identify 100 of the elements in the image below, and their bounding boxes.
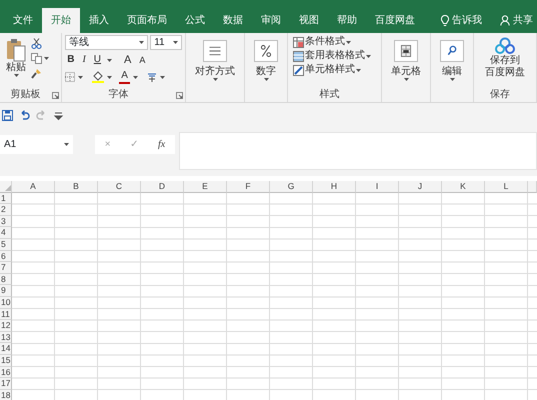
borders-icon[interactable]	[65, 72, 76, 82]
row-header[interactable]: 5	[0, 238, 12, 251]
italic-button[interactable]: I	[80, 54, 88, 66]
row-header[interactable]: 6	[0, 250, 12, 262]
column-header[interactable]: C	[98, 181, 141, 193]
underline-button[interactable]: U	[92, 54, 104, 66]
row-header[interactable]: 16	[0, 366, 12, 378]
row-header[interactable]: 2	[0, 204, 12, 216]
caret-icon	[139, 41, 144, 44]
column-header[interactable]: L	[485, 181, 528, 193]
row-header[interactable]: 4	[0, 227, 12, 239]
row-header[interactable]: 7	[0, 262, 12, 274]
ribbon-tab[interactable]: 插入	[80, 8, 118, 33]
column-header[interactable]: E	[184, 181, 227, 193]
style-menu-button[interactable]: 套用表格格式	[291, 50, 374, 62]
person-icon	[500, 15, 510, 26]
column-header[interactable]: A	[12, 181, 55, 193]
caret-icon	[78, 76, 84, 78]
caret-icon	[64, 143, 69, 146]
font-name-field[interactable]: 等线	[65, 35, 148, 50]
row-header[interactable]: 8	[0, 274, 12, 286]
customize-icon[interactable]	[53, 110, 64, 121]
caret-icon	[212, 78, 218, 81]
font-size-field[interactable]: 11	[150, 35, 182, 50]
column-header[interactable]: G	[270, 181, 313, 193]
caret-icon	[366, 54, 372, 58]
fill-bucket-icon[interactable]	[92, 71, 104, 83]
column-header[interactable]: D	[141, 181, 184, 193]
column-header[interactable]: B	[55, 181, 98, 193]
ribbon-tab[interactable]: 共享	[491, 8, 537, 33]
ribbon-button[interactable]: 编辑	[437, 35, 467, 102]
insert-function-button[interactable]: fx	[156, 138, 168, 150]
scissors-icon[interactable]	[31, 38, 42, 49]
ribbon-tab[interactable]: 告诉我	[432, 8, 491, 33]
caret-icon	[356, 68, 362, 72]
row-header[interactable]: 18	[0, 390, 12, 400]
name-box[interactable]: A1	[0, 135, 73, 154]
ribbon-tab[interactable]: 文件	[4, 8, 42, 33]
row-header[interactable]: 10	[0, 296, 12, 309]
row-header[interactable]: 12	[0, 320, 12, 332]
ribbon-button[interactable]: 单元格	[388, 35, 424, 102]
row-header[interactable]: 14	[0, 343, 12, 355]
percent-icon	[254, 40, 278, 62]
cell-grid[interactable]	[12, 192, 537, 400]
row-header[interactable]: 1	[0, 192, 12, 204]
paste-button[interactable]: 粘贴	[3, 35, 29, 88]
bold-button[interactable]: B	[65, 54, 76, 66]
row-header[interactable]: 15	[0, 354, 12, 366]
ribbon-tab[interactable]: 页面布局	[118, 8, 176, 33]
cloud-icon	[495, 37, 515, 55]
save-icon[interactable]	[2, 110, 13, 121]
ribbon-tab[interactable]: 开始	[42, 8, 80, 33]
ribbon-tab[interactable]: 视图	[290, 8, 328, 33]
lightbulb-icon	[441, 15, 449, 26]
column-header[interactable]: K	[442, 181, 485, 193]
ribbon-tab[interactable]: 帮助	[328, 8, 366, 33]
column-header[interactable]: F	[227, 181, 270, 193]
caret-icon	[44, 57, 49, 60]
row-header[interactable]: 13	[0, 332, 12, 344]
table-format-icon	[293, 50, 304, 62]
font-color-button[interactable]: A	[119, 70, 130, 84]
dialog-launcher-icon[interactable]	[176, 92, 184, 99]
formula-field[interactable]	[179, 132, 537, 170]
ribbon-tab[interactable]: 百度网盘	[366, 8, 424, 33]
caret-icon	[107, 58, 112, 62]
caret-icon	[14, 74, 18, 77]
cells-icon	[394, 40, 418, 62]
conditional-format-icon	[293, 36, 304, 48]
caret-icon	[173, 41, 178, 44]
save-to-cloud-button[interactable]: 保存到 百度网盘	[482, 35, 528, 88]
ribbon-tab[interactable]: 公式	[176, 8, 214, 33]
paintbrush-icon[interactable]	[31, 68, 42, 79]
grow-font-button[interactable]: A	[122, 54, 134, 66]
style-menu-button[interactable]: 单元格样式	[291, 64, 374, 76]
caret-icon	[160, 76, 165, 78]
ribbon-button[interactable]: 对齐方式	[192, 35, 238, 102]
row-header[interactable]: 17	[0, 378, 12, 390]
row-header[interactable]: 9	[0, 285, 12, 297]
column-header[interactable]: H	[313, 181, 356, 193]
group-label: 样式	[318, 88, 341, 102]
phonetic-guide-icon[interactable]	[146, 72, 157, 82]
caret-icon	[264, 78, 269, 81]
caret-icon	[450, 78, 454, 81]
dialog-launcher-icon[interactable]	[52, 92, 60, 99]
ribbon-tab[interactable]: 数据	[214, 8, 252, 33]
column-header[interactable]: J	[399, 181, 442, 193]
caret-icon	[107, 76, 112, 78]
undo-icon[interactable]	[19, 110, 30, 121]
ribbon-button[interactable]: 数字	[251, 35, 282, 102]
column-header[interactable]: I	[356, 181, 399, 193]
style-menu-button[interactable]: 条件格式	[291, 36, 374, 48]
row-header[interactable]: 3	[0, 216, 12, 228]
row-header[interactable]: 11	[0, 308, 12, 320]
group-label: 字体	[108, 88, 130, 102]
shrink-font-button[interactable]: A	[137, 54, 148, 66]
caret-icon	[346, 40, 352, 44]
group-label: 保存	[489, 88, 511, 102]
copy-icon[interactable]	[31, 53, 42, 64]
cell-style-icon	[293, 64, 304, 76]
ribbon-tab[interactable]: 审阅	[252, 8, 290, 33]
